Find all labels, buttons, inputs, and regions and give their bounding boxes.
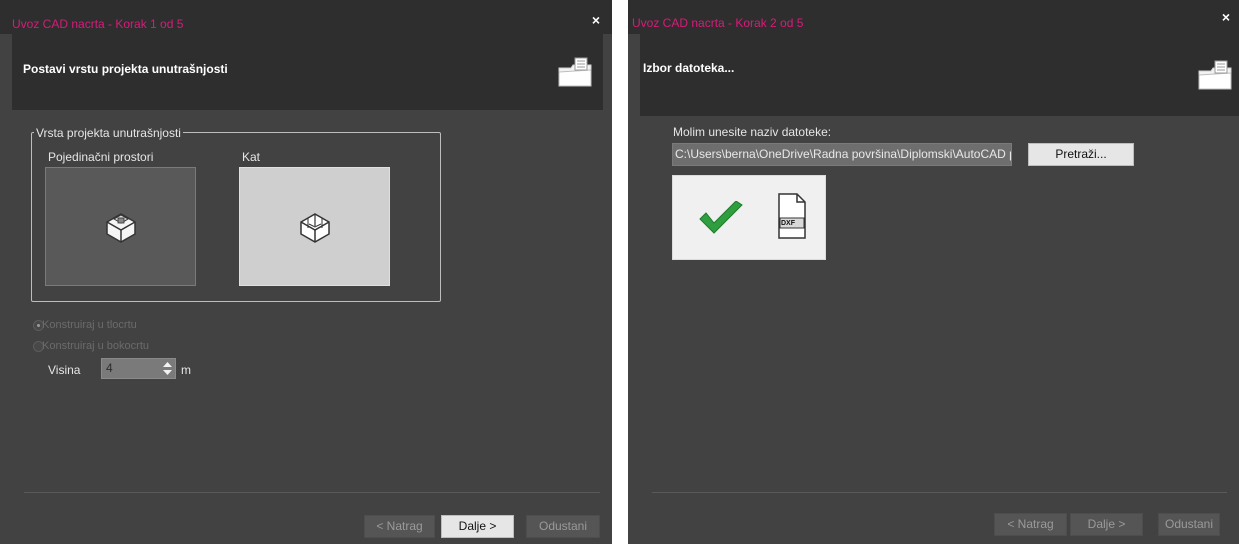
radio-construct-side[interactable]: Konstruiraj u bokocrtu xyxy=(33,340,193,354)
folder-import-icon xyxy=(1198,60,1232,90)
footer-divider xyxy=(652,492,1227,493)
back-button[interactable]: < Natrag xyxy=(364,515,435,538)
option-single-rooms-tile[interactable] xyxy=(45,167,196,286)
step-title: Izbor datoteka... xyxy=(643,61,735,75)
file-path-input[interactable]: C:\Users\berna\OneDrive\Radna površina\D… xyxy=(672,143,1012,166)
window-title: Uvoz CAD nacrta - Korak 1 od 5 xyxy=(12,17,184,31)
title-bar[interactable]: Uvoz CAD nacrta - Korak 1 od 5 × xyxy=(0,0,612,34)
radio-construct-side-label: Konstruiraj u bokocrtu xyxy=(42,340,149,352)
height-unit: m xyxy=(181,363,191,377)
back-button[interactable]: < Natrag xyxy=(994,513,1067,536)
wizard-header: Izbor datoteka... xyxy=(640,34,1239,116)
wizard-header: Postavi vrstu projekta unutrašnjosti xyxy=(12,34,603,110)
cancel-button[interactable]: Odustani xyxy=(526,515,600,538)
floor-rooms-icon xyxy=(300,213,330,243)
footer-divider xyxy=(24,492,600,493)
close-button[interactable]: × xyxy=(1218,9,1234,25)
green-checkmark-icon xyxy=(699,201,743,234)
next-button[interactable]: Dalje > xyxy=(441,515,514,538)
radio-construct-plan-label: Konstruiraj u tlocrtu xyxy=(42,319,137,331)
folder-import-icon xyxy=(558,57,592,87)
option-floor-label: Kat xyxy=(242,150,261,164)
next-button[interactable]: Dalje > xyxy=(1070,513,1143,536)
project-type-group-label: Vrsta projekta unutrašnjosti xyxy=(34,126,183,140)
browse-button[interactable]: Pretraži... xyxy=(1028,143,1134,166)
height-value[interactable]: 4 xyxy=(106,361,113,375)
file-status-panel: DXF xyxy=(672,175,826,260)
height-spinbox[interactable]: 4 xyxy=(101,358,176,379)
window-title: Uvoz CAD nacrta - Korak 2 od 5 xyxy=(632,16,804,30)
import-wizard-step1-dialog: Uvoz CAD nacrta - Korak 1 od 5 × Postavi… xyxy=(0,0,612,544)
height-label: Visina xyxy=(48,363,81,377)
radio-construct-plan[interactable]: Konstruiraj u tlocrtu xyxy=(33,319,183,333)
close-button[interactable]: × xyxy=(588,12,604,28)
step-title: Postavi vrstu projekta unutrašnjosti xyxy=(23,62,228,76)
dxf-label: DXF xyxy=(781,220,795,227)
spin-arrows-icon[interactable] xyxy=(162,361,173,376)
option-single-rooms-label: Pojedinačni prostori xyxy=(48,150,154,164)
title-bar[interactable]: Uvoz CAD nacrta - Korak 2 od 5 × xyxy=(628,0,1239,34)
import-wizard-step2-dialog: Uvoz CAD nacrta - Korak 2 od 5 × Izbor d… xyxy=(628,0,1239,544)
cancel-button[interactable]: Odustani xyxy=(1158,513,1220,536)
single-room-icon xyxy=(106,213,136,243)
dxf-file-icon xyxy=(778,193,806,239)
option-floor-tile[interactable] xyxy=(239,167,390,286)
file-prompt-label: Molim unesite naziv datoteke: xyxy=(673,125,832,139)
